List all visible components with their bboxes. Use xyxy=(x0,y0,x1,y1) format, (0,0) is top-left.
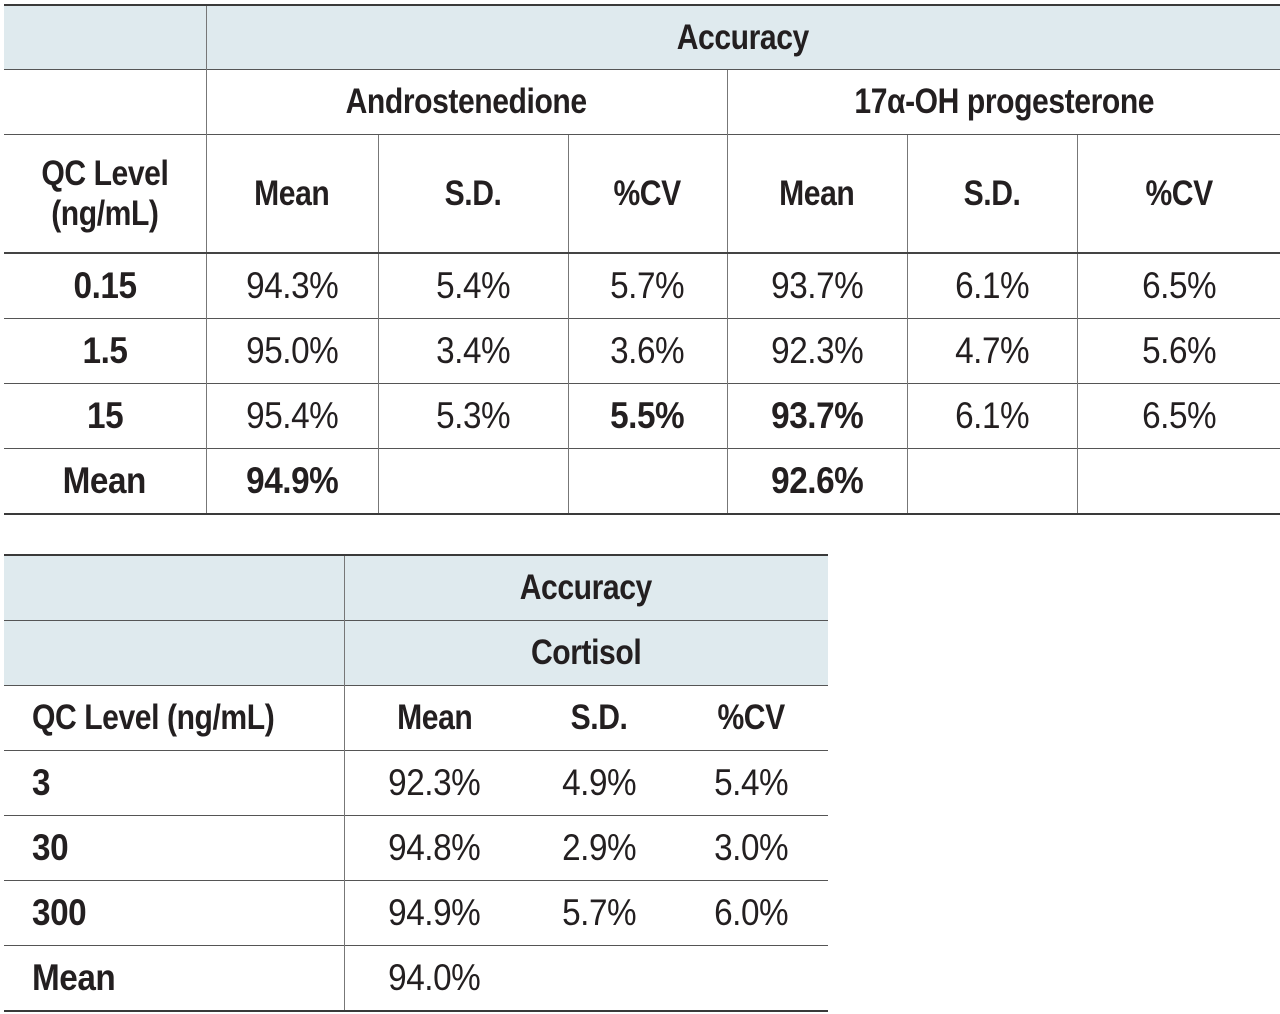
value-cell: 94.0% xyxy=(343,945,524,1011)
table-row-mean: Mean 94.9% 92.6% xyxy=(4,448,1280,514)
table-row: 0.15 94.3% 5.4% 5.7% 93.7% 6.1% 6.5% xyxy=(4,252,1280,319)
value-cell xyxy=(567,448,727,514)
qc-level-cell: 15 xyxy=(4,383,206,449)
table-row: 1.5 95.0% 3.4% 3.6% 92.3% 4.7% 5.6% xyxy=(4,318,1280,384)
accuracy-header: Accuracy xyxy=(205,5,1280,70)
blank-cell xyxy=(4,69,206,135)
accuracy-header: Accuracy xyxy=(343,555,829,621)
value-cell: 94.3% xyxy=(205,252,378,319)
corner-cell xyxy=(4,5,206,70)
value-cell: 3.4% xyxy=(377,318,568,384)
qc-level-cell: 3 xyxy=(4,750,344,816)
value-cell: 94.9% xyxy=(205,448,378,514)
column-header-sd: S.D. xyxy=(377,134,568,253)
value-cell: 94.8% xyxy=(343,815,524,881)
table-row-mean: Mean 94.0% xyxy=(4,945,829,1011)
value-cell: 6.5% xyxy=(1076,383,1280,449)
qc-level-header: QC Level (ng/mL) xyxy=(4,685,344,751)
value-cell: 5.3% xyxy=(377,383,568,449)
table-row: 15 95.4% 5.3% 5.5% 93.7% 6.1% 6.5% xyxy=(4,383,1280,449)
value-cell: 5.4% xyxy=(377,252,568,319)
analyte-header-17oh-progesterone: 17α-OH progesterone xyxy=(726,69,1280,135)
value-cell xyxy=(1076,448,1280,514)
table-row: 30 94.8% 2.9% 3.0% xyxy=(4,815,829,881)
column-header-mean: Mean xyxy=(343,685,524,751)
value-cell: 5.6% xyxy=(1076,318,1280,384)
value-cell: 94.9% xyxy=(343,880,524,946)
value-cell: 6.1% xyxy=(906,252,1077,319)
value-cell xyxy=(377,448,568,514)
value-cell: 93.7% xyxy=(726,252,907,319)
value-cell: 92.3% xyxy=(343,750,524,816)
accuracy-table-cortisol: Accuracy Cortisol QC Level (ng/mL) Mean … xyxy=(4,554,829,1012)
column-header-cv: %CV xyxy=(1076,134,1280,253)
value-cell: 4.7% xyxy=(906,318,1077,384)
value-cell: 92.6% xyxy=(726,448,907,514)
qc-level-cell: 1.5 xyxy=(4,318,206,384)
value-cell xyxy=(524,945,674,1011)
qc-level-cell: 30 xyxy=(4,815,344,881)
qc-level-cell: Mean xyxy=(4,945,344,1011)
value-cell: 93.7% xyxy=(726,383,907,449)
qc-level-cell: 0.15 xyxy=(4,252,206,319)
corner-cell xyxy=(4,555,344,621)
value-cell: 4.9% xyxy=(524,750,674,816)
value-cell: 95.4% xyxy=(205,383,378,449)
table-row: 3 92.3% 4.9% 5.4% xyxy=(4,750,829,816)
table-row: 300 94.9% 5.7% 6.0% xyxy=(4,880,829,946)
value-cell: 95.0% xyxy=(205,318,378,384)
value-cell xyxy=(906,448,1077,514)
value-cell xyxy=(674,945,829,1011)
qc-level-header: QC Level (ng/mL) xyxy=(4,134,206,253)
value-cell: 2.9% xyxy=(524,815,674,881)
accuracy-table-androstenedione-17oh: Accuracy Androstenedione 17α-OH progeste… xyxy=(4,4,1280,515)
value-cell: 92.3% xyxy=(726,318,907,384)
column-header-mean: Mean xyxy=(726,134,907,253)
value-cell: 5.7% xyxy=(524,880,674,946)
qc-level-cell: Mean xyxy=(4,448,206,514)
analyte-header-androstenedione: Androstenedione xyxy=(205,69,727,135)
value-cell: 6.1% xyxy=(906,383,1077,449)
analyte-header-cortisol: Cortisol xyxy=(343,620,829,686)
column-header-sd: S.D. xyxy=(524,685,674,751)
column-header-sd: S.D. xyxy=(906,134,1077,253)
value-cell: 6.5% xyxy=(1076,252,1280,319)
value-cell: 3.0% xyxy=(674,815,829,881)
column-header-cv: %CV xyxy=(567,134,727,253)
column-header-mean: Mean xyxy=(205,134,378,253)
value-cell: 6.0% xyxy=(674,880,829,946)
blank-cell xyxy=(4,620,344,686)
value-cell: 5.4% xyxy=(674,750,829,816)
value-cell: 3.6% xyxy=(567,318,727,384)
qc-level-cell: 300 xyxy=(4,880,344,946)
value-cell: 5.5% xyxy=(567,383,727,449)
column-header-cv: %CV xyxy=(674,685,829,751)
value-cell: 5.7% xyxy=(567,252,727,319)
